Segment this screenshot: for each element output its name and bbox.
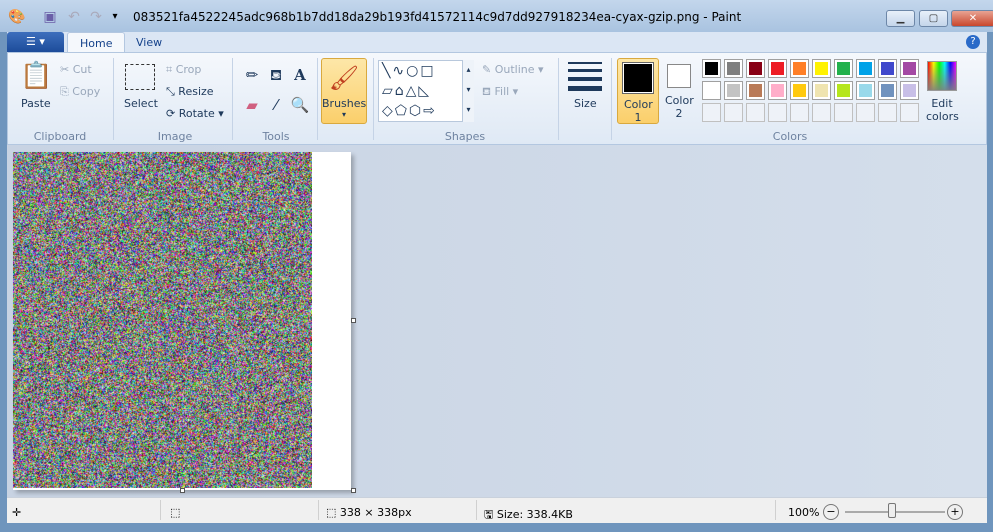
zoom-out-button[interactable]: −	[823, 504, 839, 520]
color1-swatch	[624, 64, 652, 92]
shapes-scroll[interactable]: ▴ ▾ ▾	[462, 60, 474, 122]
palette-swatch[interactable]	[878, 81, 897, 100]
copy-button[interactable]: Copy	[72, 85, 100, 98]
file-size: Size: 338.4KB	[497, 508, 573, 521]
palette-swatch[interactable]	[834, 59, 853, 78]
window-title: 083521fa4522245adc968b1b7dd18da29b193fd4…	[133, 10, 741, 24]
color2-swatch	[667, 64, 691, 88]
color-picker-icon[interactable]: ⁄	[266, 96, 286, 114]
image-dimensions: 338 × 338px	[340, 506, 412, 519]
resize-handle-bottom[interactable]	[180, 488, 185, 493]
color1-label: Color 1	[624, 98, 652, 124]
palette-swatch[interactable]	[724, 59, 743, 78]
palette-swatch[interactable]	[702, 81, 721, 100]
image-group-label: Image	[135, 130, 215, 143]
fill-bucket-icon[interactable]: ⛾	[266, 66, 286, 84]
close-button[interactable]: ✕	[951, 10, 993, 27]
palette-swatch[interactable]	[790, 81, 809, 100]
customize-toolbar-icon[interactable]: ▾	[107, 9, 123, 25]
palette-swatch[interactable]	[900, 59, 919, 78]
palette-swatch[interactable]	[900, 81, 919, 100]
custom-color-slot[interactable]	[900, 103, 919, 122]
fill-button[interactable]: Fill	[494, 85, 509, 98]
cut-button[interactable]: Cut	[73, 63, 92, 76]
custom-color-slot[interactable]	[878, 103, 897, 122]
palette-swatch[interactable]	[768, 81, 787, 100]
custom-color-slot[interactable]	[812, 103, 831, 122]
palette-swatch[interactable]	[768, 59, 787, 78]
noise-image[interactable]	[13, 152, 312, 488]
palette-swatch[interactable]	[856, 81, 875, 100]
color1-button[interactable]: Color 1	[617, 58, 659, 124]
outline-button[interactable]: Outline	[495, 63, 535, 76]
color2-button[interactable]: Color 2	[662, 60, 696, 120]
palette-swatch[interactable]	[834, 81, 853, 100]
crop-button[interactable]: Crop	[176, 63, 202, 76]
tools-group-label: Tools	[240, 130, 312, 143]
palette-swatch[interactable]	[724, 81, 743, 100]
palette-swatch[interactable]	[856, 59, 875, 78]
custom-color-slot[interactable]	[834, 103, 853, 122]
eraser-icon[interactable]: ▰	[242, 96, 262, 114]
select-icon[interactable]	[125, 64, 155, 90]
size-button[interactable]: Size	[574, 97, 597, 110]
zoom-slider-thumb[interactable]	[888, 503, 896, 518]
maximize-button[interactable]: ▢	[919, 10, 948, 27]
color2-label: Color 2	[665, 94, 693, 120]
shapes-group-label: Shapes	[420, 130, 510, 143]
edit-colors-button[interactable]: Edit colors	[926, 97, 958, 123]
undo-icon[interactable]: ↶	[66, 9, 82, 25]
selection-size-icon: ⬚	[170, 506, 180, 519]
minimize-button[interactable]: ▁	[886, 10, 915, 27]
palette-swatch[interactable]	[746, 59, 765, 78]
palette-swatch[interactable]	[746, 81, 765, 100]
colors-group-label: Colors	[750, 130, 830, 143]
custom-color-slot[interactable]	[790, 103, 809, 122]
zoom-in-button[interactable]: +	[947, 504, 963, 520]
resize-handle-right[interactable]	[351, 318, 356, 323]
resize-handle-corner[interactable]	[351, 488, 356, 493]
paint-app-icon[interactable]: 🎨	[8, 9, 24, 25]
custom-color-slot[interactable]	[724, 103, 743, 122]
tab-view[interactable]: View	[124, 32, 174, 53]
redo-icon[interactable]: ↷	[88, 9, 104, 25]
select-button[interactable]: Select	[124, 97, 158, 110]
zoom-level: 100%	[788, 506, 819, 519]
palette-swatch[interactable]	[790, 59, 809, 78]
size-icon[interactable]	[568, 62, 602, 91]
brushes-button[interactable]: 🖌 Brushes ▾	[321, 58, 367, 124]
tab-home[interactable]: Home	[67, 32, 125, 53]
custom-color-slot[interactable]	[702, 103, 721, 122]
palette-swatch[interactable]	[702, 59, 721, 78]
palette-swatch[interactable]	[812, 59, 831, 78]
brushes-label: Brushes	[322, 97, 366, 110]
help-icon[interactable]: ?	[966, 35, 980, 49]
palette-swatch[interactable]	[878, 59, 897, 78]
clipboard-group-label: Clipboard	[20, 130, 100, 143]
text-tool-icon[interactable]: A	[290, 66, 310, 84]
resize-button[interactable]: Resize	[178, 85, 213, 98]
rotate-button[interactable]: Rotate	[179, 107, 215, 120]
save-icon[interactable]: ▣	[42, 9, 58, 25]
custom-color-slot[interactable]	[746, 103, 765, 122]
pencil-icon[interactable]: ✏	[242, 66, 262, 84]
palette-swatch[interactable]	[812, 81, 831, 100]
shapes-gallery[interactable]: ╲∿○□ ▱⌂△◺ ◇⬠⬡⇨	[378, 60, 474, 122]
paste-icon[interactable]: 📋	[20, 60, 50, 92]
cursor-position-icon: ✛	[12, 506, 21, 519]
paint-menu-button[interactable]: ☰ ▾	[7, 32, 64, 52]
paste-button[interactable]: Paste	[21, 97, 51, 110]
custom-color-slot[interactable]	[856, 103, 875, 122]
brush-icon: 🖌	[322, 59, 366, 97]
edit-colors-icon[interactable]	[927, 61, 957, 91]
magnifier-icon[interactable]: 🔍	[290, 96, 310, 114]
custom-color-slot[interactable]	[768, 103, 787, 122]
